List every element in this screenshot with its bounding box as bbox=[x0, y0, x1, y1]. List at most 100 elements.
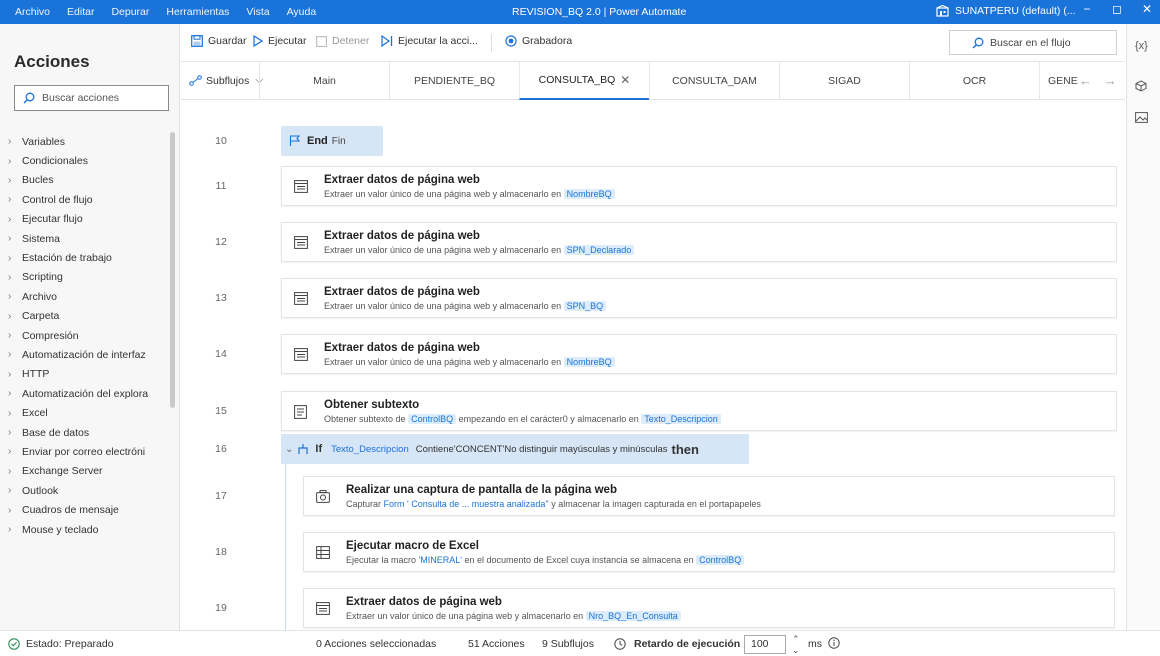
category-item[interactable]: › Archivo bbox=[0, 287, 172, 306]
search-icon bbox=[23, 92, 35, 104]
save-icon bbox=[191, 35, 203, 47]
search-icon bbox=[972, 37, 984, 48]
line-number: 17 bbox=[215, 490, 227, 502]
tab-consulta-dam[interactable]: CONSULTA_DAM bbox=[649, 62, 779, 100]
tab-scroll-arrows[interactable]: ← → bbox=[1079, 73, 1117, 88]
tab-pendiente-bq[interactable]: PENDIENTE_BQ bbox=[389, 62, 519, 100]
menu-vista[interactable]: Vista bbox=[243, 6, 272, 18]
action-step[interactable]: Extraer datos de página web Extraer un v… bbox=[281, 334, 1117, 374]
chevron-right-icon: › bbox=[8, 194, 12, 206]
form-reference: Form ' Consulta de ... muestra analizada… bbox=[383, 499, 548, 509]
action-step[interactable]: Extraer datos de página web Extraer un v… bbox=[281, 166, 1117, 206]
category-item[interactable]: › Cuadros de mensaje bbox=[0, 500, 172, 519]
menu-herramientas[interactable]: Herramientas bbox=[163, 6, 232, 18]
delay-input[interactable]: 100 bbox=[744, 635, 786, 654]
close-button[interactable]: ✕ bbox=[1134, 2, 1160, 16]
category-item[interactable]: › Base de datos bbox=[0, 423, 172, 442]
variable-token: SPN_BQ bbox=[563, 301, 607, 311]
chevron-right-icon: › bbox=[8, 368, 12, 380]
menu-editar[interactable]: Editar bbox=[64, 6, 97, 18]
category-item[interactable]: › Automatización de interfaz bbox=[0, 345, 172, 364]
clock-icon bbox=[614, 638, 626, 650]
close-tab-icon[interactable]: ✕ bbox=[620, 73, 630, 87]
excel-macro-icon bbox=[316, 546, 330, 559]
collapse-chevron-icon[interactable]: ⌄ bbox=[285, 444, 293, 455]
category-item[interactable]: › Exchange Server bbox=[0, 462, 172, 481]
action-step[interactable]: Extraer datos de página web Extraer un v… bbox=[281, 222, 1117, 262]
chevron-right-icon: › bbox=[8, 233, 12, 245]
category-item[interactable]: › HTTP bbox=[0, 365, 172, 384]
menu-depurar[interactable]: Depurar bbox=[108, 6, 152, 18]
action-step[interactable]: Ejecutar macro de Excel Ejecutar la macr… bbox=[303, 532, 1115, 572]
images-icon[interactable] bbox=[1135, 112, 1148, 123]
delay-stepper[interactable]: ⌃ ⌄ bbox=[792, 634, 800, 656]
tab-consulta-bq[interactable]: CONSULTA_BQ ✕ bbox=[519, 62, 649, 100]
web-extract-icon bbox=[294, 292, 308, 305]
chevron-right-icon: › bbox=[8, 155, 12, 167]
tab-gene[interactable]: GENE bbox=[1039, 62, 1079, 100]
run-button[interactable]: Ejecutar bbox=[253, 35, 307, 47]
variable-token: Nro_BQ_En_Consulta bbox=[585, 611, 681, 621]
stop-icon bbox=[316, 35, 327, 47]
tab-ocr[interactable]: OCR bbox=[909, 62, 1039, 100]
arrow-left-icon[interactable]: ← bbox=[1079, 73, 1092, 88]
menu-archivo[interactable]: Archivo bbox=[12, 6, 53, 18]
category-list: › Variables › Condicionales › Bucles › Contr… bbox=[0, 132, 172, 539]
run-action-button[interactable]: Ejecutar la acci... bbox=[381, 35, 478, 47]
end-block[interactable]: End Fin bbox=[281, 126, 383, 156]
line-number: 19 bbox=[215, 602, 227, 614]
actions-scrollbar[interactable] bbox=[170, 132, 175, 408]
macro-name: 'MINERAL' bbox=[418, 555, 462, 565]
category-item[interactable]: › Carpeta bbox=[0, 307, 172, 326]
step-run-icon bbox=[381, 35, 393, 47]
category-item[interactable]: › Scripting bbox=[0, 268, 172, 287]
variables-icon[interactable]: {x} bbox=[1135, 40, 1148, 52]
if-block[interactable]: ⌄ If Texto_Descripcion Contiene'CONCENT'… bbox=[281, 434, 749, 464]
chevron-right-icon: › bbox=[8, 291, 12, 303]
category-item[interactable]: › Compresión bbox=[0, 326, 172, 345]
category-item[interactable]: › Condicionales bbox=[0, 151, 172, 170]
action-step[interactable]: Realizar una captura de pantalla de la p… bbox=[303, 476, 1115, 516]
play-icon bbox=[253, 35, 263, 47]
category-item[interactable]: › Bucles bbox=[0, 171, 172, 190]
subflows-dropdown[interactable]: Subflujos ⌵ bbox=[189, 74, 263, 87]
flow-search-box[interactable]: Buscar en el flujo bbox=[949, 30, 1117, 55]
flow-search-placeholder: Buscar en el flujo bbox=[990, 36, 1071, 49]
category-item[interactable]: › Mouse y teclado bbox=[0, 520, 172, 539]
save-button[interactable]: Guardar bbox=[191, 35, 247, 47]
flag-icon bbox=[289, 135, 301, 146]
action-step[interactable]: Obtener subtexto Obtener subtexto de Con… bbox=[281, 391, 1117, 431]
arrow-right-icon[interactable]: → bbox=[1104, 73, 1117, 88]
tab-sigad[interactable]: SIGAD bbox=[779, 62, 909, 100]
actions-search[interactable] bbox=[14, 85, 169, 111]
chevron-right-icon: › bbox=[8, 388, 12, 400]
menu-ayuda[interactable]: Ayuda bbox=[284, 6, 320, 18]
account-name: SUNATPERU (default) (... bbox=[955, 5, 1076, 17]
category-item[interactable]: › Enviar por correo electróni bbox=[0, 442, 172, 461]
variable-token: NombreBQ bbox=[563, 357, 615, 367]
action-step[interactable]: Extraer datos de página web Extraer un v… bbox=[281, 278, 1117, 318]
category-item[interactable]: › Automatización del explora bbox=[0, 384, 172, 403]
category-item[interactable]: › Control de flujo bbox=[0, 190, 172, 209]
web-extract-icon bbox=[316, 602, 330, 615]
tab-main[interactable]: Main bbox=[259, 62, 389, 100]
line-number: 18 bbox=[215, 546, 227, 558]
ui-elements-icon[interactable] bbox=[1135, 80, 1147, 92]
recorder-button[interactable]: Grabadora bbox=[505, 35, 572, 47]
action-step[interactable]: Extraer datos de página web Extraer un v… bbox=[303, 588, 1115, 628]
record-icon bbox=[505, 35, 517, 47]
stop-button[interactable]: Detener bbox=[316, 35, 369, 47]
chevron-right-icon: › bbox=[8, 310, 12, 322]
minimize-button[interactable]: − bbox=[1074, 2, 1100, 16]
category-item[interactable]: › Excel bbox=[0, 403, 172, 422]
category-item[interactable]: › Outlook bbox=[0, 481, 172, 500]
category-item[interactable]: › Variables bbox=[0, 132, 172, 151]
account-switcher[interactable]: SUNATPERU (default) (... bbox=[936, 5, 1076, 17]
actions-search-input[interactable] bbox=[42, 92, 152, 104]
info-icon[interactable] bbox=[828, 637, 840, 649]
delay-label: Retardo de ejecución bbox=[614, 638, 740, 650]
category-item[interactable]: › Ejecutar flujo bbox=[0, 210, 172, 229]
category-item[interactable]: › Estación de trabajo bbox=[0, 248, 172, 267]
restore-button[interactable]: ◻ bbox=[1104, 2, 1130, 16]
category-item[interactable]: › Sistema bbox=[0, 229, 172, 248]
